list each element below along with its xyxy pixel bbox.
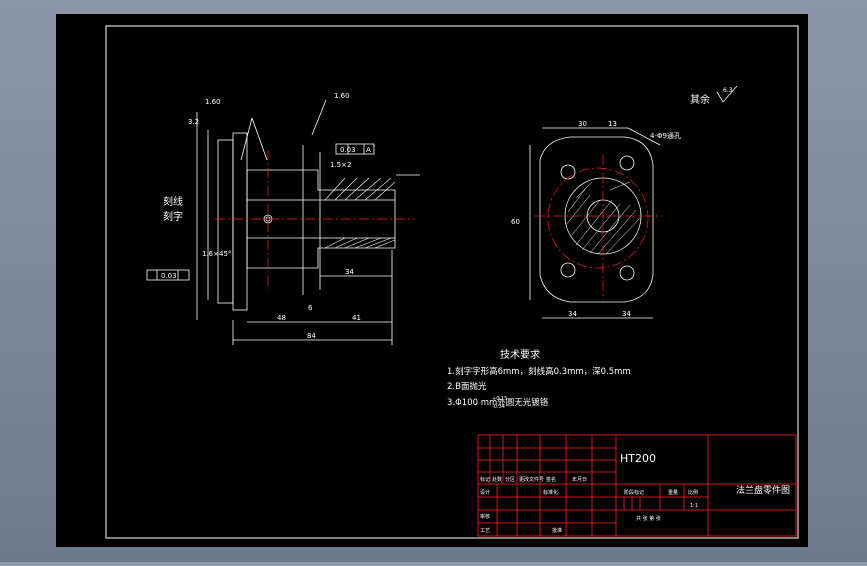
dim-top-left: 1.60 [205, 98, 221, 106]
tb-scale: 比例 [688, 489, 698, 496]
dim-top-right: 1.60 [334, 92, 350, 100]
dim-len-48: 48 [277, 314, 286, 322]
tb-sheet: 共 张 第 张 [636, 515, 661, 522]
dim-left-perp: 0.03 [161, 272, 177, 280]
tb-date: 年月日 [572, 476, 587, 483]
tb-signature: 签名 [546, 476, 556, 483]
tb-count: 处数 [492, 476, 502, 483]
tb-standard: 标准化 [543, 489, 558, 496]
tb-stage-mark: 阶段标记 [624, 489, 644, 496]
roughness-label: 其余 [690, 93, 710, 106]
dim-w30: 30 [578, 120, 587, 128]
tech-line-2: 2.B面抛光 [447, 381, 487, 392]
dim-datum: A [366, 146, 371, 154]
label-engrave-line: 刻线 [163, 195, 183, 208]
dim-len-41: 41 [352, 314, 361, 322]
material-text: HT200 [620, 452, 656, 465]
tech-title: 技术要求 [500, 348, 540, 361]
drawing-canvas: 刻线 刻字 1.60 1.60 3.2 0.03 A 48 41 84 34 6… [56, 14, 808, 547]
tech-line-3-sub: -0.34 [492, 404, 505, 410]
tb-zone: 分区 [505, 476, 515, 483]
dim-w13: 13 [608, 120, 617, 128]
tb-approve: 批准 [552, 527, 562, 534]
tb-scale-value: 1:1 [690, 503, 698, 509]
tb-design: 设计 [480, 489, 490, 496]
dim-len-6: 6 [308, 304, 313, 312]
label-engrave-text: 刻字 [163, 210, 183, 223]
dim-w34b: 34 [622, 310, 631, 318]
tb-process: 工艺 [480, 528, 490, 534]
tb-review: 审核 [480, 513, 490, 520]
dim-w34a: 34 [568, 310, 577, 318]
canvas-background [56, 14, 808, 547]
dim-c2: 1.5×2 [330, 161, 351, 169]
dim-ra: 3.2 [188, 118, 199, 126]
tb-mark: 标记 [480, 476, 490, 483]
dim-h60: 60 [511, 218, 520, 226]
tb-weight: 重量 [668, 489, 678, 496]
tech-line-3-sup: +0.15 [492, 396, 507, 402]
tech-line-1: 1.刻字字形高6mm，刻线高0.3mm，深0.5mm [447, 366, 631, 377]
dim-len-84: 84 [307, 332, 316, 340]
cad-viewport[interactable]: 刻线 刻字 1.60 1.60 3.2 0.03 A 48 41 84 34 6… [0, 0, 867, 562]
roughness-value: 6.3 [723, 87, 733, 94]
dim-tol1: 0.03 [340, 146, 356, 154]
dim-chamfer: 1.6×45° [202, 250, 231, 258]
tb-change-doc: 更改文件号 [519, 476, 544, 483]
dim-holes: 4-Φ9通孔 [650, 131, 681, 140]
part-name: 法兰盘零件图 [736, 484, 790, 496]
dim-len-34: 34 [345, 268, 354, 276]
